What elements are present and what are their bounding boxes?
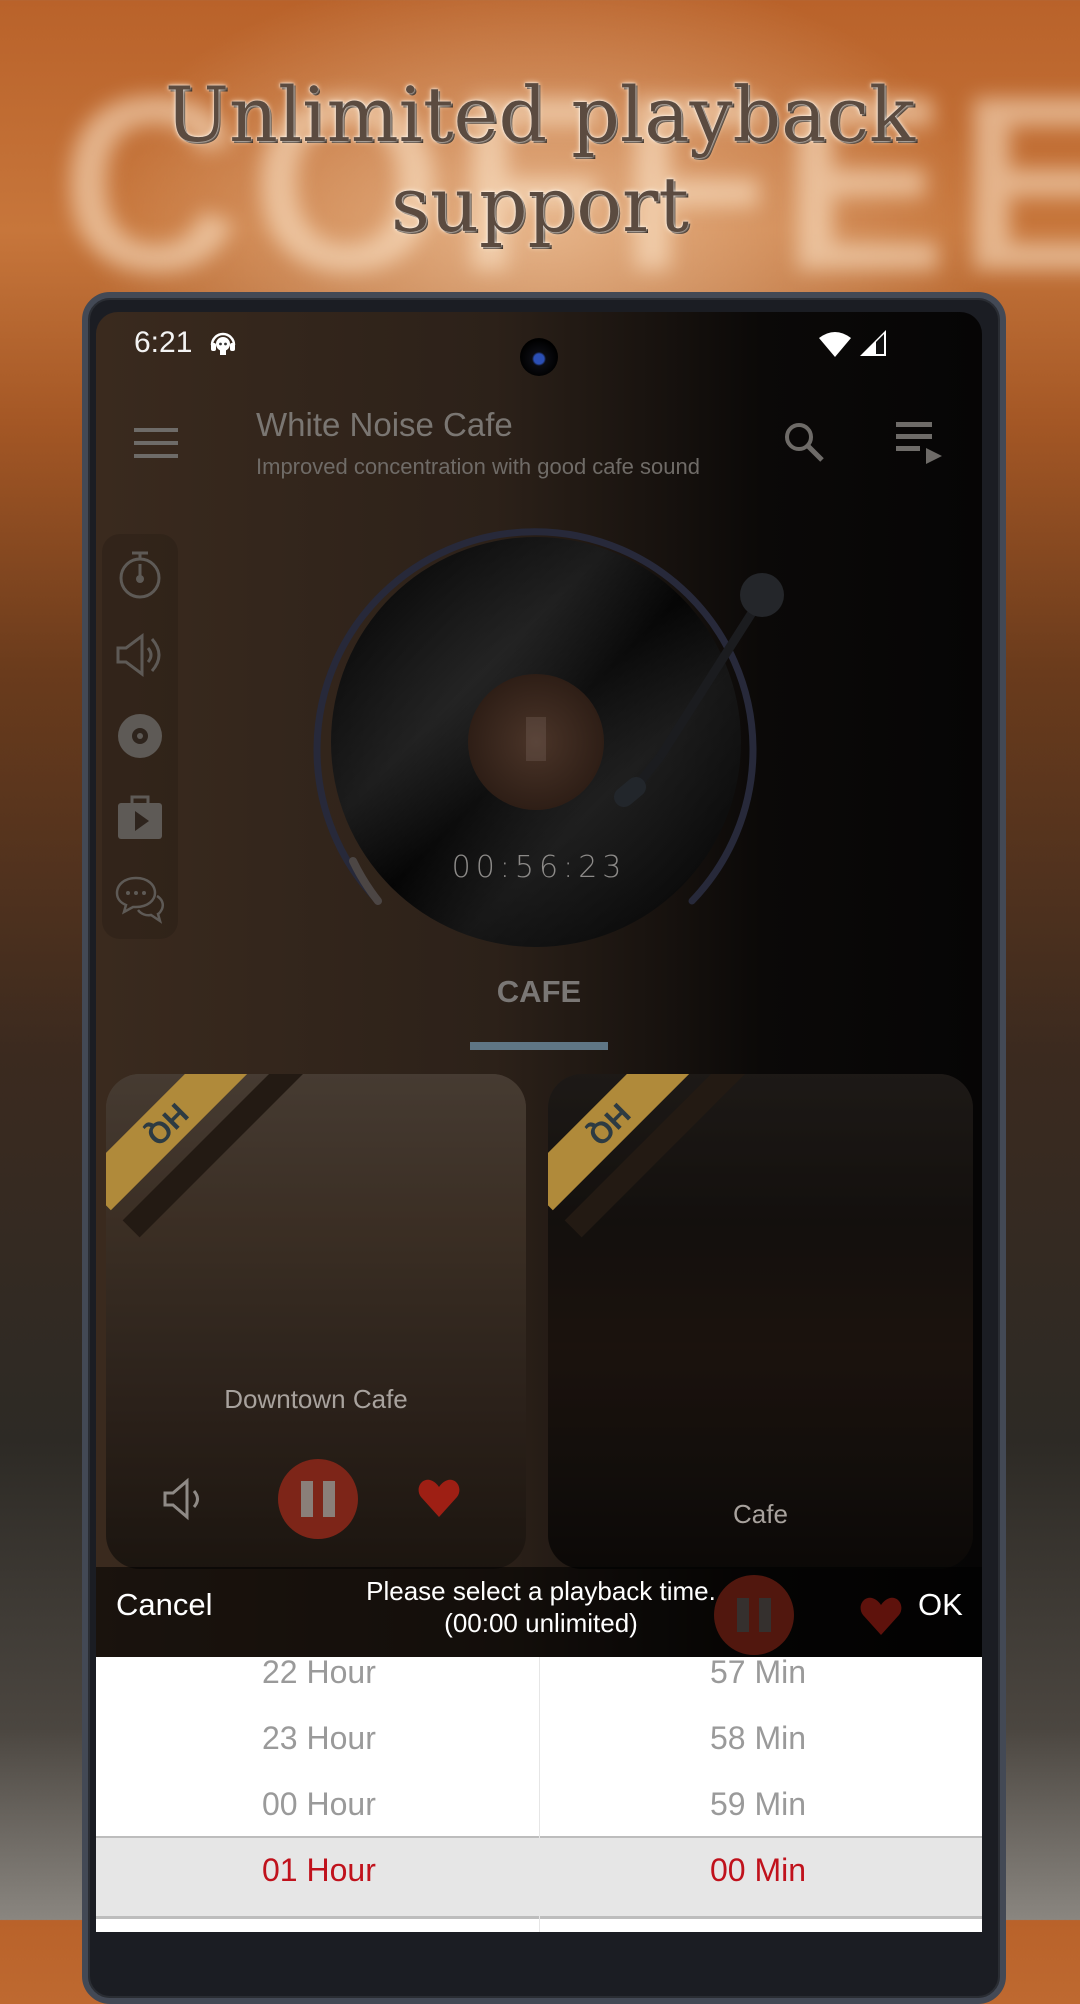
card-title: Cafe bbox=[733, 1499, 788, 1529]
sound-card-downtown-cafe[interactable]: HQ Downtown Cafe bbox=[106, 1074, 526, 1569]
picker-prompt: Please select a playback time. (00:00 un… bbox=[296, 1575, 786, 1639]
hour-option[interactable]: 00 Hour bbox=[96, 1771, 539, 1837]
prompt-line-1: Please select a playback time. bbox=[366, 1576, 716, 1606]
minute-option[interactable]: 59 Min bbox=[540, 1771, 982, 1837]
tonearm-pivot bbox=[740, 573, 784, 617]
promo-headline: Unlimited playback support bbox=[0, 70, 1080, 250]
app-title: White Noise Cafe bbox=[256, 406, 513, 443]
app-subtitle: Improved concentration with good cafe so… bbox=[256, 454, 700, 479]
prompt-line-2: (00:00 unlimited) bbox=[444, 1608, 638, 1638]
store-bag-icon bbox=[118, 795, 162, 839]
app-screen: 6:21 White Noise Cafe Improved concentra… bbox=[96, 312, 982, 1932]
app-bar: White Noise Cafe Improved concentration … bbox=[96, 392, 982, 502]
wifi-icon bbox=[819, 332, 851, 357]
sound-card-cafe[interactable]: HQ Cafe bbox=[548, 1074, 973, 1569]
minute-option[interactable]: 57 Min bbox=[540, 1639, 982, 1705]
cancel-button[interactable]: Cancel bbox=[116, 1587, 213, 1623]
status-time: 6:21 bbox=[134, 326, 193, 359]
store-button[interactable] bbox=[102, 777, 178, 857]
headline-line-1: Unlimited playback bbox=[164, 70, 916, 159]
card-controls bbox=[106, 1459, 526, 1539]
cell-signal-icon bbox=[860, 330, 886, 356]
card-pause-button[interactable] bbox=[278, 1459, 358, 1539]
card-title: Downtown Cafe bbox=[224, 1384, 408, 1414]
speaker-icon bbox=[116, 633, 161, 677]
minute-option[interactable]: 58 Min bbox=[540, 1705, 982, 1771]
minute-wheel[interactable]: 57 Min 58 Min 59 Min 00 Min bbox=[539, 1654, 982, 1932]
front-camera bbox=[520, 338, 558, 376]
disc-icon bbox=[118, 714, 162, 758]
headline-line-2: support bbox=[391, 160, 689, 249]
hour-option-selected[interactable]: 01 Hour bbox=[96, 1837, 539, 1903]
tab-indicator bbox=[470, 1042, 608, 1050]
volume-button[interactable] bbox=[102, 615, 178, 695]
favorite-heart-icon[interactable] bbox=[416, 1475, 462, 1521]
card-volume-icon[interactable] bbox=[161, 1475, 209, 1523]
sleep-timer-button[interactable] bbox=[102, 534, 178, 614]
hamburger-menu-icon[interactable] bbox=[134, 426, 178, 460]
hour-option[interactable]: 23 Hour bbox=[96, 1705, 539, 1771]
hour-wheel[interactable]: 22 Hour 23 Hour 00 Hour 01 Hour bbox=[96, 1654, 539, 1932]
playlist-play-icon[interactable] bbox=[896, 420, 944, 466]
tab-cafe[interactable]: CAFE bbox=[96, 974, 982, 1010]
elapsed-time: 00:56:23 bbox=[451, 850, 627, 885]
search-icon[interactable] bbox=[782, 420, 826, 464]
heart-icon-behind bbox=[860, 1597, 902, 1635]
disc-button[interactable] bbox=[102, 696, 178, 776]
minute-option-selected[interactable]: 00 Min bbox=[540, 1837, 982, 1903]
stopwatch-icon bbox=[119, 551, 161, 599]
time-picker: 22 Hour 23 Hour 00 Hour 01 Hour 57 Min 5… bbox=[96, 1654, 982, 1932]
hour-option[interactable]: 22 Hour bbox=[96, 1639, 539, 1705]
status-bar: 6:21 bbox=[96, 312, 982, 376]
record-player[interactable] bbox=[306, 507, 786, 987]
podcast-headphones-icon bbox=[210, 332, 236, 355]
ok-button[interactable]: OK bbox=[918, 1587, 963, 1623]
